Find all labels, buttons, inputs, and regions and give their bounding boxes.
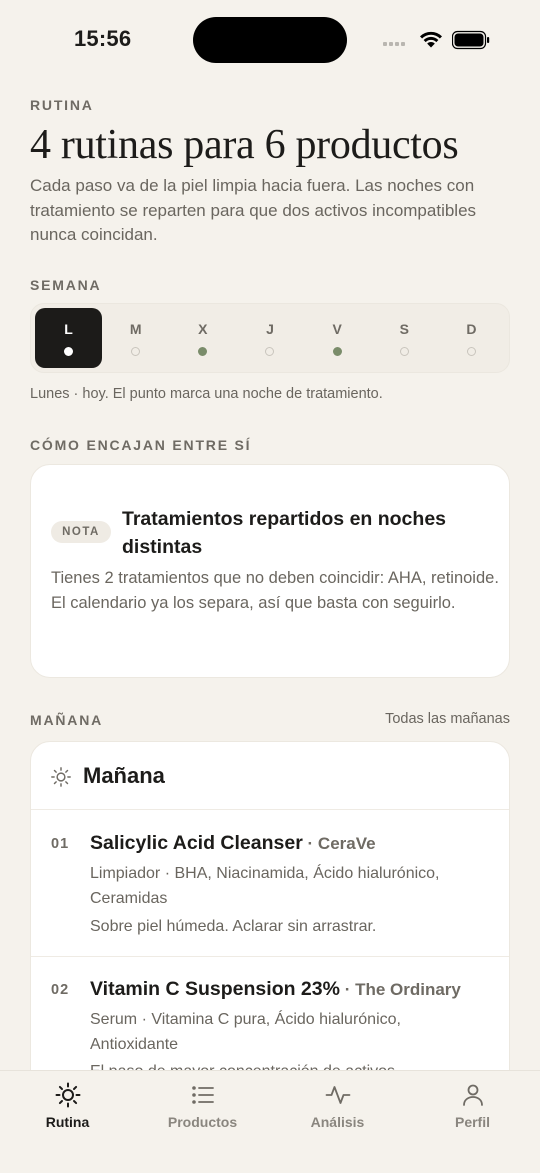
dynamic-island <box>193 17 347 63</box>
note-body: Tienes 2 tratamientos que no deben coinc… <box>51 569 499 612</box>
routine-step[interactable]: 01 Salicylic Acid Cleanser · CeraVe Limp… <box>31 810 509 957</box>
sun-icon <box>55 1082 80 1108</box>
page-title: 4 rutinas para 6 productos <box>30 122 459 168</box>
section-eyebrow-semana: SEMANA <box>30 277 102 293</box>
step-number: 02 <box>51 982 70 998</box>
product-brand: · The Ordinary <box>339 980 461 999</box>
treatment-dot <box>332 346 342 356</box>
tab-bar: Rutina Productos Análisis Perfil <box>0 1070 540 1173</box>
week-caption: Lunes · hoy. El punto marca una noche de… <box>30 386 383 402</box>
day-chip[interactable]: D <box>438 308 505 368</box>
section-eyebrow-rutina: RUTINA <box>30 97 94 113</box>
day-letter: S <box>399 320 409 337</box>
sun-icon <box>51 767 71 787</box>
signal-icon <box>383 42 405 46</box>
treatment-dot <box>198 346 208 356</box>
day-chip[interactable]: V <box>304 308 371 368</box>
day-chip[interactable]: J <box>236 308 303 368</box>
tab-productos[interactable]: Productos <box>135 1071 270 1151</box>
day-chip[interactable]: L <box>35 308 103 368</box>
tab-perfil[interactable]: Perfil <box>405 1071 540 1151</box>
tab-rutina[interactable]: Rutina <box>0 1071 135 1151</box>
tab-analisis[interactable]: Análisis <box>270 1071 405 1151</box>
battery-icon <box>452 30 490 50</box>
day-dot <box>64 346 74 356</box>
morning-routine-card: Mañana 01 Salicylic Acid Cleanser · Cera… <box>30 741 510 1101</box>
note-badge: NOTA <box>51 521 111 543</box>
routine-header: Mañana <box>31 742 509 810</box>
person-icon <box>462 1084 483 1106</box>
tab-label: Rutina <box>45 1114 90 1130</box>
tab-label: Perfil <box>454 1114 490 1130</box>
activity-icon <box>325 1086 350 1104</box>
day-dot <box>399 346 409 356</box>
status-time: 15:56 <box>74 26 132 51</box>
product-brand: · CeraVe <box>302 834 376 853</box>
week-selector: LMXJVSD <box>30 303 510 373</box>
tab-label: Productos <box>167 1114 238 1130</box>
day-dot <box>265 346 275 356</box>
status-bar: 15:56 <box>0 0 540 80</box>
step-ingredients: Serum · Vitamina C pura, Ácido hialuróni… <box>90 1011 401 1053</box>
routine-title: Mañana <box>83 763 165 788</box>
day-letter: L <box>64 320 73 337</box>
day-chip[interactable]: S <box>371 308 438 368</box>
wifi-icon <box>420 31 442 48</box>
day-chip[interactable]: X <box>169 308 236 368</box>
section-eyebrow-manana: MAÑANA <box>30 712 104 728</box>
day-letter: X <box>198 320 208 337</box>
compat-note-card: NOTA Tratamientos repartidos en noches d… <box>30 464 510 678</box>
day-dot <box>466 346 476 356</box>
day-letter: V <box>332 320 342 337</box>
product-name: Salicylic Acid Cleanser <box>90 832 303 854</box>
product-name: Vitamin C Suspension 23% <box>90 978 340 1000</box>
page-description: Cada paso va de la piel limpia hacia fue… <box>30 176 477 244</box>
step-product-name: Vitamin C Suspension 23% · The Ordinary <box>90 978 490 1001</box>
day-chip[interactable]: M <box>102 308 169 368</box>
step-product-name: Salicylic Acid Cleanser · CeraVe <box>90 832 490 855</box>
step-ingredients: Limpiador · BHA, Niacinamida, Ácido hial… <box>90 865 440 907</box>
tab-label: Análisis <box>310 1114 365 1130</box>
step-note: Sobre piel húmeda. Aclarar sin arrastrar… <box>90 918 377 935</box>
day-letter: J <box>266 320 274 337</box>
see-all-mornings-link[interactable]: Todas las mañanas <box>385 711 510 727</box>
day-letter: D <box>466 320 477 337</box>
day-dot <box>131 346 141 356</box>
section-eyebrow-compat: CÓMO ENCAJAN ENTRE SÍ <box>30 437 252 453</box>
day-letter: M <box>129 320 142 337</box>
list-icon <box>191 1086 214 1104</box>
step-number: 01 <box>51 836 70 852</box>
note-title: Tratamientos repartidos en noches distin… <box>122 508 447 558</box>
